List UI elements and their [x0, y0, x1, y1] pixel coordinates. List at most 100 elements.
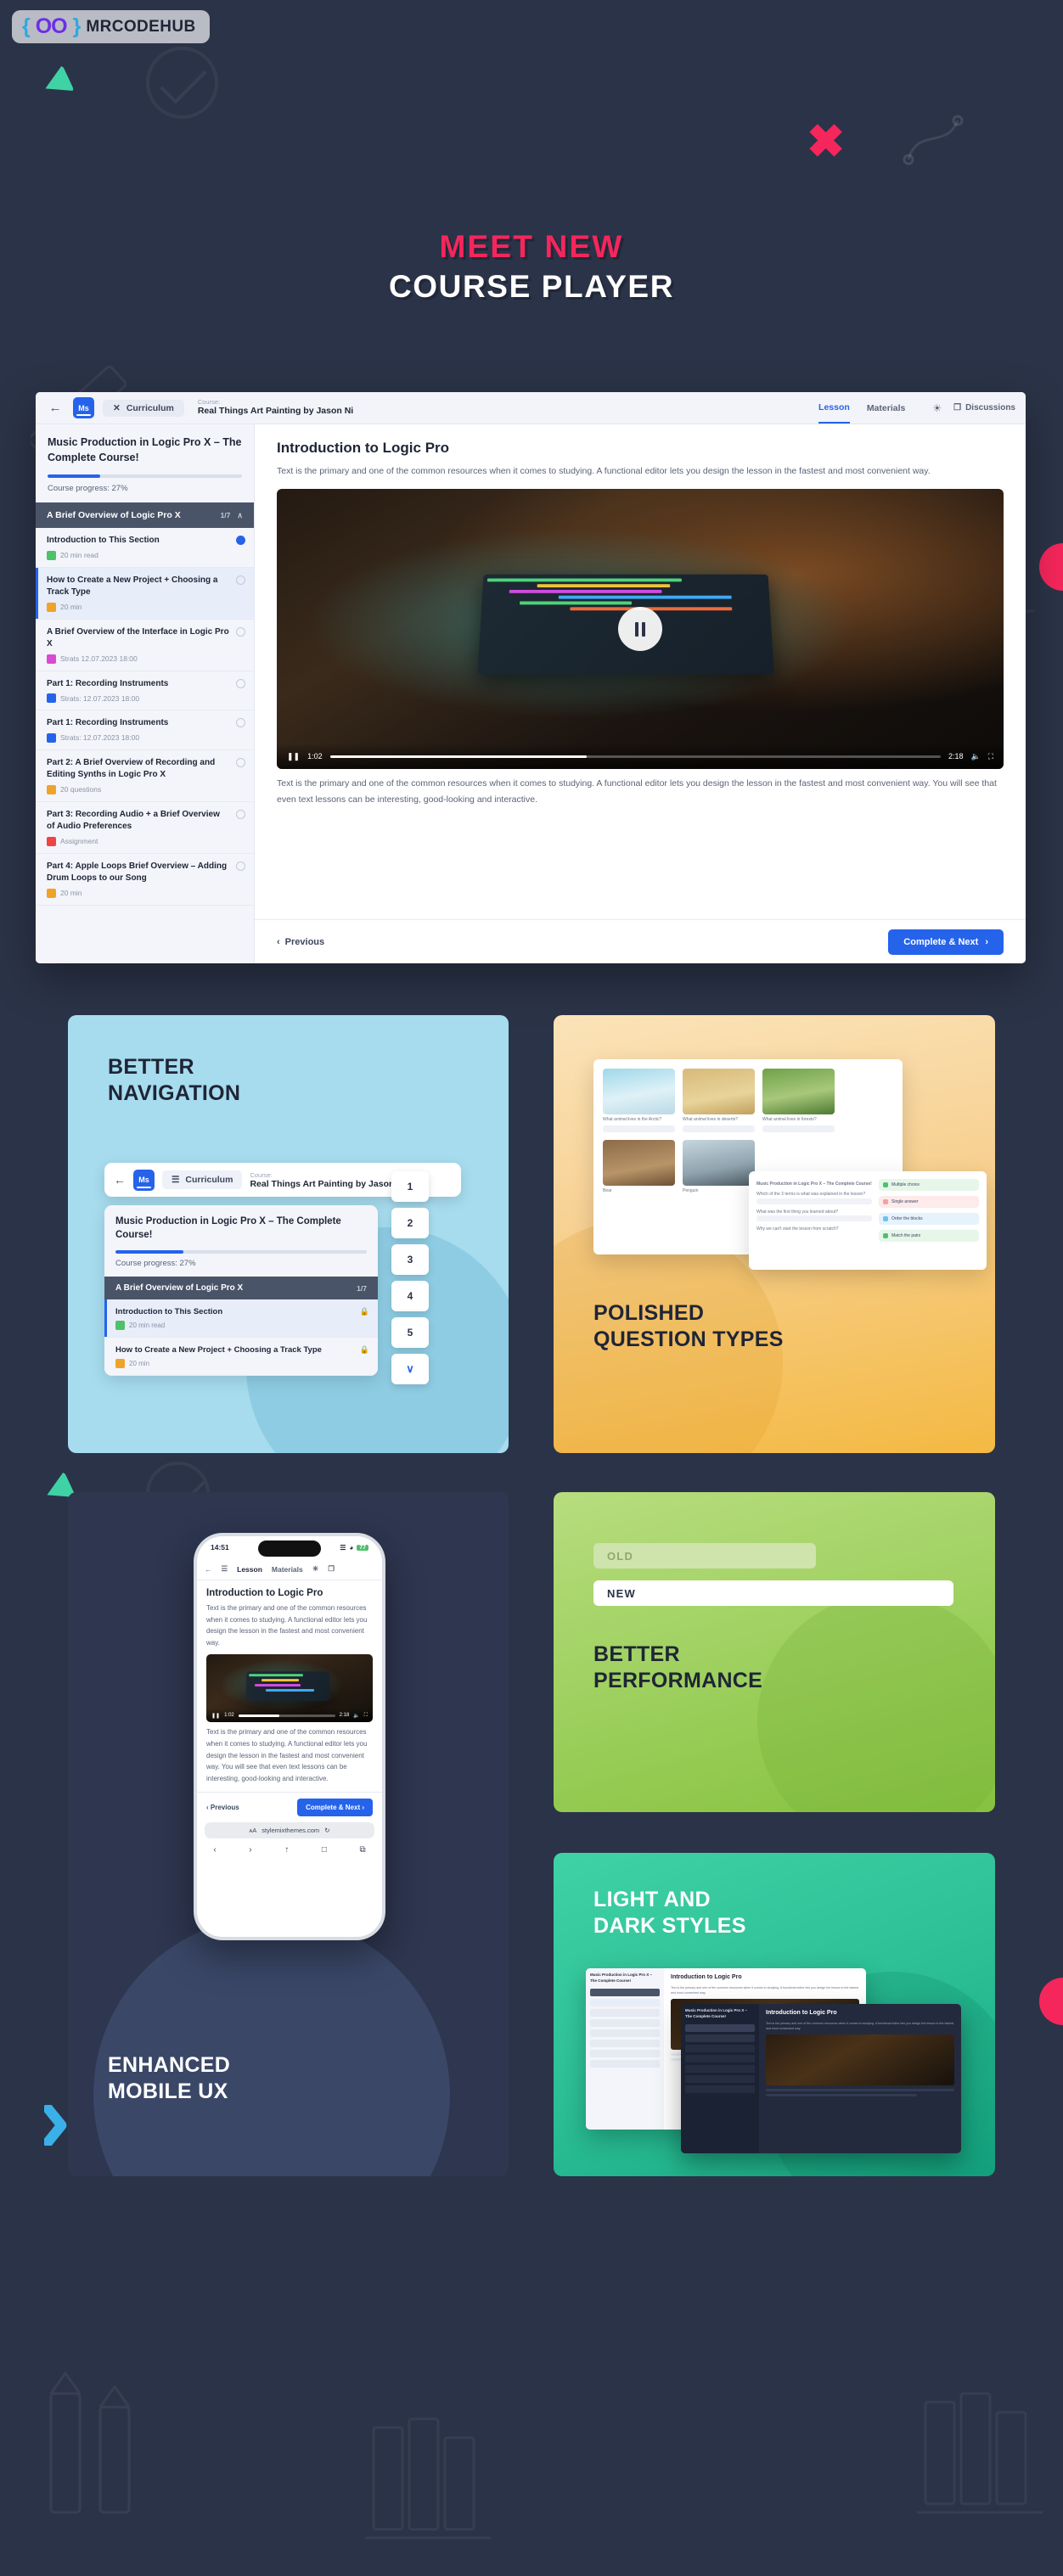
- sidebar-lesson-item[interactable]: A Brief Overview of the Interface in Log…: [36, 619, 254, 671]
- volume-icon[interactable]: 🔈: [970, 752, 980, 761]
- phone-pause-icon[interactable]: ❚❚: [211, 1713, 220, 1719]
- quiz-option-1[interactable]: What animal lives in the Arctic?: [603, 1069, 675, 1133]
- text-size-icon: ᴀA: [249, 1827, 257, 1835]
- lesson-incomplete-icon[interactable]: [236, 678, 245, 688]
- pager-page-2[interactable]: 2: [391, 1208, 429, 1238]
- phone-discussions-icon[interactable]: ❐: [328, 1564, 335, 1574]
- quiz2-icon: [47, 784, 56, 794]
- daw-track-5: [519, 601, 632, 605]
- quiz-option-4[interactable]: Bear: [603, 1140, 675, 1194]
- phone-status-icons: ☰ ◕ 77: [340, 1544, 368, 1552]
- browser-bookmarks-icon[interactable]: □: [322, 1845, 327, 1855]
- pager-page-1[interactable]: 1: [391, 1171, 429, 1202]
- complete-next-label: Complete & Next: [903, 936, 979, 947]
- pager-page-5[interactable]: 5: [391, 1317, 429, 1348]
- curriculum-button[interactable]: ✕ Curriculum: [103, 399, 184, 417]
- lesson-incomplete-icon[interactable]: [236, 757, 245, 767]
- lesson-incomplete-icon[interactable]: [236, 718, 245, 727]
- light-sidebar-title: Music Production in Logic Pro X – The Co…: [590, 1973, 653, 1983]
- quiz-option-3[interactable]: What animal lives in forests?: [762, 1069, 835, 1133]
- browser-share-icon[interactable]: ↑: [284, 1845, 289, 1855]
- nav-lesson-item-1[interactable]: Introduction to This Section 20 min read…: [104, 1299, 378, 1338]
- fullscreen-icon[interactable]: ⛶: [988, 752, 993, 761]
- sidebar-lesson-item[interactable]: Part 3: Recording Audio + a Brief Overvi…: [36, 801, 254, 854]
- tab-materials[interactable]: Materials: [867, 392, 906, 424]
- phone-volume-icon[interactable]: 🔈: [353, 1713, 359, 1719]
- brand-logo[interactable]: { OO } MRCODEHUB: [12, 10, 210, 43]
- sidebar-lesson-item[interactable]: Introduction to This Section 20 min read: [36, 528, 254, 568]
- phone-menu-icon[interactable]: ☰: [222, 1564, 228, 1574]
- phone-tab-materials[interactable]: Materials: [272, 1565, 303, 1574]
- video-seek-bar[interactable]: [329, 755, 941, 758]
- logo-brace-right: }: [72, 14, 82, 38]
- complete-next-button[interactable]: Complete & Next ›: [888, 929, 1004, 955]
- discussions-button[interactable]: ❐ Discussions: [953, 403, 1015, 412]
- brightness-icon[interactable]: ☀: [932, 402, 942, 414]
- video-pause-button[interactable]: [618, 607, 662, 652]
- lesson-heading: Introduction to Logic Pro: [277, 440, 450, 456]
- pager-chevron-down-icon[interactable]: ∨: [391, 1354, 429, 1384]
- lesson-incomplete-icon[interactable]: [236, 861, 245, 871]
- sidebar-lesson-item[interactable]: Part 2: A Brief Overview of Recording an…: [36, 749, 254, 802]
- reload-icon[interactable]: ↻: [324, 1827, 329, 1834]
- sidebar-lesson-item[interactable]: Part 1: Recording Instruments Strats: 12.…: [36, 671, 254, 710]
- quiz-pill-2: [683, 1125, 755, 1133]
- phone-brightness-icon[interactable]: ☀: [312, 1564, 319, 1574]
- phone-url-bar[interactable]: ᴀA stylemixthemes.com ↻: [205, 1822, 374, 1839]
- close-icon: ✕: [113, 402, 121, 413]
- nav-back-icon[interactable]: ←: [114, 1173, 126, 1187]
- phone-seek-bar[interactable]: [238, 1714, 335, 1717]
- previous-button[interactable]: ‹ Previous: [277, 937, 324, 947]
- pager-page-4[interactable]: 4: [391, 1281, 429, 1311]
- phone-complete-next-button[interactable]: Complete & Next ›: [297, 1799, 373, 1817]
- sidebar-lesson-item[interactable]: Part 4: Apple Loops Brief Overview – Add…: [36, 853, 254, 906]
- forest-image: [762, 1069, 835, 1114]
- chevron-left-icon: ‹: [277, 936, 280, 947]
- light-preview-body: Text is the primary and one of the commo…: [671, 1985, 859, 1995]
- nav-course-label: Course:: [250, 1170, 273, 1179]
- lesson-footer-nav: ‹ Previous Complete & Next ›: [255, 919, 1026, 963]
- sidebar-lesson-meta: 20 min: [60, 603, 82, 611]
- nav-lesson-meta-2: 20 min: [129, 1359, 150, 1367]
- pager-page-3[interactable]: 3: [391, 1244, 429, 1275]
- tab-lesson[interactable]: Lesson: [818, 392, 850, 424]
- quiz-pill-1: [603, 1125, 675, 1133]
- phone-previous-button[interactable]: ‹ Previous: [206, 1804, 239, 1811]
- quiz-answer-label-4: Match the pairs: [891, 1233, 921, 1238]
- nav-curriculum-button[interactable]: ☰ Curriculum: [162, 1170, 243, 1189]
- quiz-option-2[interactable]: What animal lives in deserts?: [683, 1069, 755, 1133]
- video-pause-icon[interactable]: ❚❚: [287, 752, 300, 761]
- sidebar-lesson-item[interactable]: Part 1: Recording Instruments Strats: 12.…: [36, 710, 254, 750]
- quiz-answer-label-1: Multiple choice: [891, 1182, 920, 1187]
- quiz-caption-5: Penguin: [683, 1188, 699, 1194]
- quiz-answer-1[interactable]: Multiple choice: [879, 1179, 979, 1191]
- quiz-answer-3[interactable]: Order the blocks: [879, 1213, 979, 1225]
- quiz-answers-card: Music Production in Logic Pro X – The Co…: [749, 1171, 987, 1270]
- browser-forward-icon[interactable]: ›: [249, 1845, 251, 1855]
- sidebar-section-header[interactable]: A Brief Overview of Logic Pro X 1/7 ∧: [36, 502, 254, 528]
- browser-tabs-icon[interactable]: ⧉: [360, 1845, 366, 1855]
- lesson-incomplete-icon[interactable]: [236, 626, 245, 637]
- phone-back-icon[interactable]: ←: [205, 1565, 212, 1574]
- nav-section-header[interactable]: A Brief Overview of Logic Pro X 1/7: [104, 1277, 378, 1300]
- performance-bar-old: OLD: [593, 1543, 816, 1569]
- sidebar-lesson-item[interactable]: How to Create a New Project + Choosing a…: [36, 567, 254, 620]
- nav-app-logo-icon[interactable]: Ms: [133, 1169, 155, 1191]
- phone-video-player[interactable]: ❚❚ 1:02 2:18 🔈 ⛶: [206, 1654, 373, 1723]
- nav-lesson-item-2[interactable]: How to Create a New Project + Choosing a…: [104, 1337, 378, 1376]
- quiz-option-row-1: What animal lives in the Arctic? What an…: [603, 1069, 893, 1133]
- quiz-answer-4[interactable]: Match the pairs: [879, 1230, 979, 1242]
- browser-back-icon[interactable]: ‹: [213, 1845, 216, 1855]
- quiz-answer-2[interactable]: Single answer: [879, 1196, 979, 1208]
- phone-tab-lesson[interactable]: Lesson: [237, 1565, 262, 1574]
- lesson-complete-check-icon[interactable]: [236, 536, 245, 545]
- sidebar-lesson-sub: 20 min: [47, 602, 243, 612]
- back-arrow-icon[interactable]: ←: [46, 401, 65, 415]
- quiz-option-5[interactable]: Penguin: [683, 1140, 755, 1194]
- phone-fullscreen-icon[interactable]: ⛶: [364, 1713, 368, 1719]
- lesson-incomplete-icon[interactable]: [236, 575, 245, 585]
- chevron-up-icon[interactable]: ∧: [237, 511, 243, 520]
- lesson-video-player[interactable]: ❚❚ 1:02 2:18 🔈 ⛶: [277, 489, 1004, 770]
- app-logo-icon[interactable]: Ms: [73, 397, 94, 418]
- lesson-incomplete-icon[interactable]: [236, 809, 245, 819]
